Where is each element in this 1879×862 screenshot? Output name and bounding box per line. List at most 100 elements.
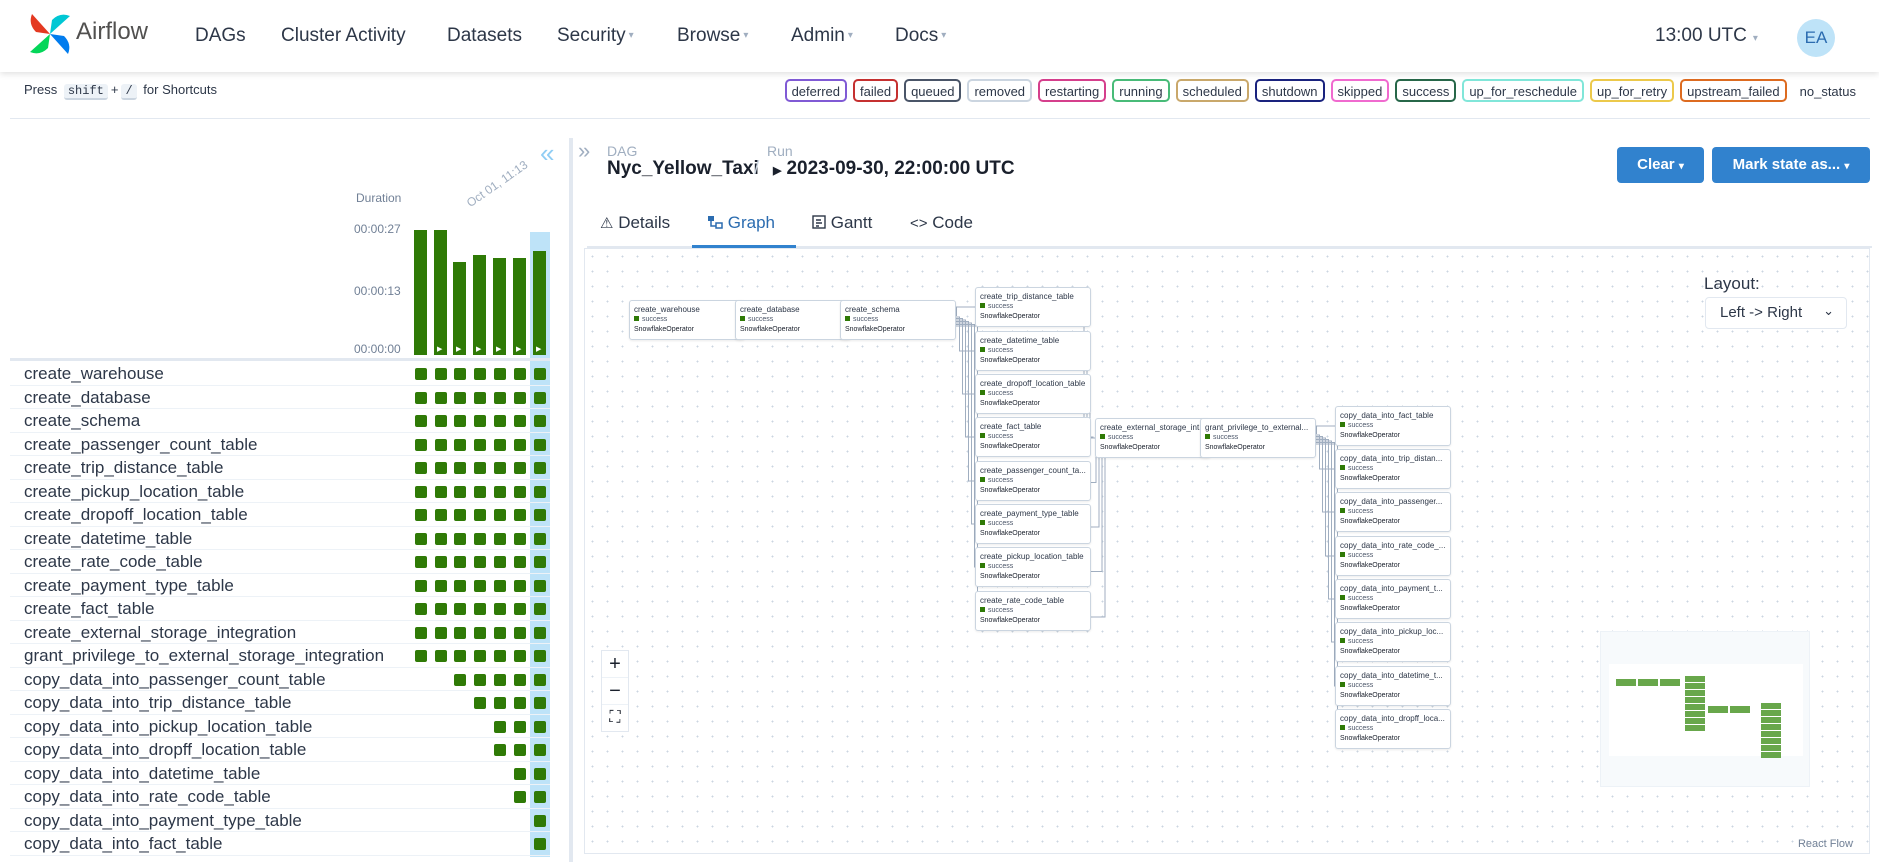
task-node-c6[interactable]: copy_data_into_pickup_loc... success Snowf… [1335,622,1451,662]
task-node-c7[interactable]: copy_data_into_datetime_t... success Snowf… [1335,666,1451,706]
task-instance-cell[interactable] [435,650,447,662]
task-name[interactable]: copy_data_into_payment_type_table [24,811,302,831]
task-instance-cell[interactable] [415,368,427,380]
task-instance-cell[interactable] [474,391,486,404]
task-row[interactable]: create_warehouse [10,362,550,386]
task-instance-cell[interactable] [454,462,466,474]
legend-state-failed[interactable]: failed [852,79,899,102]
fit-view-icon[interactable]: ⛶ [602,705,628,732]
duration-bar[interactable]: ▶ [473,255,486,355]
task-instance-cell[interactable] [415,415,427,427]
task-name[interactable]: create_external_storage_integration [24,623,296,643]
task-instance-cell[interactable] [454,650,466,662]
task-instance-cell[interactable] [454,485,466,498]
task-instance-cell[interactable] [494,391,506,404]
task-instance-cell[interactable] [534,415,546,427]
task-instance-cell[interactable] [474,462,486,474]
panel-resize-handle[interactable] [569,138,573,862]
duration-bar[interactable]: ▶ [453,262,466,355]
task-row[interactable]: create_external_storage_integration [10,621,550,644]
task-name[interactable]: copy_data_into_trip_distance_table [24,693,291,713]
task-row[interactable]: copy_data_into_payment_type_table [10,809,550,832]
task-node-wh[interactable]: create_warehouse success SnowflakeOperator [629,300,745,340]
tab-code[interactable]: <> Code [910,213,973,233]
task-instance-cell[interactable] [494,509,506,521]
legend-state-scheduled[interactable]: scheduled [1175,79,1249,102]
task-instance-cell[interactable] [494,532,506,545]
task-instance-cell[interactable] [534,626,546,639]
task-instance-cell[interactable] [494,697,506,709]
task-instance-cell[interactable] [415,462,427,474]
react-flow-attribution[interactable]: React Flow [1798,838,1853,850]
legend-state-running[interactable]: running [1112,79,1170,102]
task-instance-cell[interactable] [514,603,526,615]
task-name[interactable]: create_warehouse [24,364,164,384]
task-instance-cell[interactable] [514,791,526,803]
task-instance-cell[interactable] [474,697,486,709]
nav-docs[interactable]: Docs ▾ [895,25,946,47]
task-instance-cell[interactable] [435,391,447,404]
task-node-t8[interactable]: create_rate_code_table success SnowflakeOp… [975,591,1091,631]
task-instance-cell[interactable] [534,673,546,686]
task-name[interactable]: copy_data_into_fact_table [24,834,223,854]
task-instance-cell[interactable] [514,579,526,592]
task-node-sc[interactable]: create_schema success SnowflakeOperator [840,300,956,340]
task-instance-cell[interactable] [514,438,526,451]
task-instance-cell[interactable] [474,556,486,568]
task-instance-cell[interactable] [415,391,427,404]
duration-bar[interactable]: ▶ [493,257,506,355]
task-instance-cell[interactable] [534,485,546,498]
task-instance-cell[interactable] [474,626,486,639]
timezone-clock[interactable]: 13:00 UTC ▾ [1655,25,1758,47]
task-instance-cell[interactable] [534,391,546,404]
nav-dags[interactable]: DAGs [195,25,246,47]
task-node-c8[interactable]: copy_data_into_dropff_loca... success Snow… [1335,709,1451,749]
task-instance-cell[interactable] [534,720,546,733]
legend-state-skipped[interactable]: skipped [1330,79,1390,102]
task-instance-cell[interactable] [435,368,447,380]
task-row[interactable]: copy_data_into_datetime_table [10,762,550,785]
task-row[interactable]: create_passenger_count_table [10,433,550,456]
task-instance-cell[interactable] [435,626,447,639]
task-instance-cell[interactable] [534,814,546,827]
task-instance-cell[interactable] [514,485,526,498]
task-name[interactable]: copy_data_into_pickup_location_table [24,717,312,737]
task-instance-cell[interactable] [435,579,447,592]
task-node-t4[interactable]: create_fact_table success SnowflakeOperato… [975,417,1091,457]
task-instance-cell[interactable] [435,532,447,545]
task-row[interactable]: create_schema [10,409,550,433]
task-instance-cell[interactable] [454,556,466,568]
task-name[interactable]: create_trip_distance_table [24,458,223,478]
task-name[interactable]: create_pickup_location_table [24,482,244,502]
task-instance-cell[interactable] [494,579,506,592]
layout-select[interactable]: Left -> Right ⌄ [1705,297,1847,329]
task-row[interactable]: create_database [10,386,550,409]
minimap[interactable] [1600,631,1810,787]
task-instance-cell[interactable] [435,415,447,427]
task-row[interactable]: copy_data_into_pickup_location_table [10,715,550,738]
task-instance-cell[interactable] [415,556,427,568]
nav-cluster-activity[interactable]: Cluster Activity [281,25,406,47]
task-name[interactable]: create_rate_code_table [24,552,203,572]
legend-state-upstream-failed[interactable]: upstream_failed [1680,79,1787,102]
task-name[interactable]: create_database [24,388,151,408]
task-instance-cell[interactable] [534,556,546,568]
task-instance-cell[interactable] [415,485,427,498]
task-instance-cell[interactable] [494,368,506,380]
task-node-c3[interactable]: copy_data_into_passenger... success Snowfl… [1335,492,1451,532]
task-instance-cell[interactable] [494,438,506,451]
task-instance-cell[interactable] [454,391,466,404]
task-node-gp[interactable]: grant_privilege_to_external... success Sno… [1200,418,1316,458]
task-name[interactable]: create_passenger_count_table [24,435,257,455]
task-instance-cell[interactable] [494,720,506,733]
task-instance-cell[interactable] [415,579,427,592]
task-instance-cell[interactable] [415,650,427,662]
task-instance-cell[interactable] [514,673,526,686]
task-instance-cell[interactable] [474,509,486,521]
task-instance-cell[interactable] [514,650,526,662]
task-row[interactable]: copy_data_into_dropff_location_table [10,738,550,762]
task-instance-cell[interactable] [474,438,486,451]
tab-graph[interactable]: Graph [708,213,775,233]
expand-panel-icon[interactable]: » [578,138,590,164]
task-instance-cell[interactable] [514,744,526,756]
